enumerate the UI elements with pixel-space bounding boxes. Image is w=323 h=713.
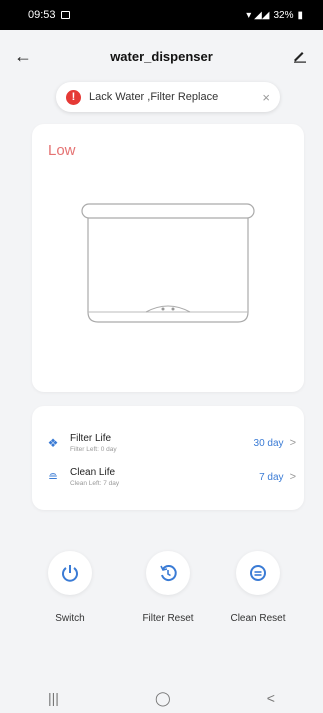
filter-left-text: Filter Left: 0 day bbox=[70, 446, 117, 453]
close-icon[interactable]: × bbox=[262, 90, 270, 105]
gallery-icon bbox=[60, 11, 70, 19]
switch-action[interactable]: Switch bbox=[30, 551, 110, 624]
filter-reset-action[interactable]: Filter Reset bbox=[128, 551, 208, 624]
back-button[interactable]: < bbox=[267, 690, 275, 706]
power-icon bbox=[62, 565, 78, 582]
clean-reset-icon bbox=[250, 565, 266, 581]
alert-text: Lack Water ,Filter Replace bbox=[89, 91, 219, 103]
page-title: water_dispenser bbox=[110, 48, 213, 64]
clean-life-row[interactable]: ≘ Clean Life Clean Left: 7 day 7 day > bbox=[46, 462, 296, 492]
app-header: ← water_dispenser bbox=[0, 36, 323, 76]
clean-reset-action[interactable]: Clean Reset bbox=[218, 551, 298, 624]
edit-icon[interactable] bbox=[291, 46, 309, 64]
clean-life-label: Clean Life bbox=[70, 467, 116, 478]
device-card: Low bbox=[32, 124, 304, 392]
switch-label: Switch bbox=[55, 613, 85, 624]
chevron-right-icon: > bbox=[289, 471, 296, 483]
filter-reset-button[interactable] bbox=[146, 551, 190, 595]
status-time: 09:53 bbox=[28, 9, 56, 21]
switch-button[interactable] bbox=[48, 551, 92, 595]
clean-reset-label: Clean Reset bbox=[230, 613, 286, 624]
filter-life-label: Filter Life bbox=[70, 433, 112, 444]
battery-text: 32% bbox=[273, 9, 294, 21]
status-bar: 09:53 ▾ ◢◢ 32% ▮ bbox=[0, 0, 323, 30]
reset-icon bbox=[160, 565, 177, 582]
clean-icon: ≘ bbox=[47, 470, 59, 484]
recent-apps-button[interactable]: ||| bbox=[48, 690, 59, 706]
home-button[interactable]: ◯ bbox=[155, 690, 171, 707]
life-card: ❖ Filter Life Filter Left: 0 day 30 day … bbox=[32, 406, 304, 510]
filter-life-row[interactable]: ❖ Filter Life Filter Left: 0 day 30 day … bbox=[46, 428, 296, 458]
system-nav-bar: ||| ◯ < bbox=[0, 683, 323, 713]
filter-reset-label: Filter Reset bbox=[142, 613, 194, 624]
filter-life-value: 30 day bbox=[253, 437, 284, 449]
signal-icon: ▾ ◢◢ bbox=[246, 9, 270, 21]
alert-banner: ! Lack Water ,Filter Replace × bbox=[56, 82, 280, 112]
battery-icon: ▮ bbox=[297, 9, 303, 21]
chevron-right-icon: > bbox=[289, 437, 296, 449]
warning-icon: ! bbox=[66, 89, 81, 105]
dispenser-illustration bbox=[81, 203, 255, 323]
clean-left-text: Clean Left: 7 day bbox=[70, 480, 120, 487]
back-arrow-icon[interactable]: ← bbox=[14, 46, 34, 66]
filter-icon: ❖ bbox=[47, 436, 59, 450]
water-level-text: Low bbox=[48, 142, 76, 159]
clean-life-value: 7 day bbox=[259, 471, 284, 483]
clean-reset-button[interactable] bbox=[236, 551, 280, 595]
